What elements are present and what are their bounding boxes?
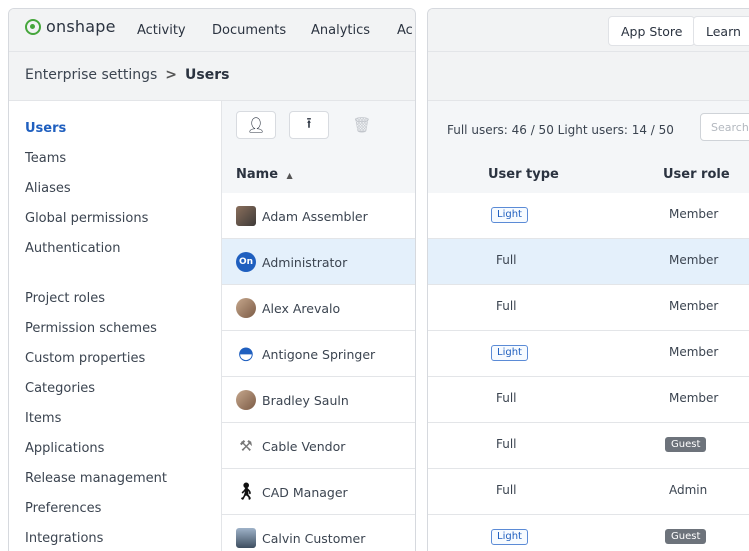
user-type: Full [496, 437, 517, 451]
user-role: Member [669, 299, 719, 313]
sidebar-item-categories[interactable]: Categories [25, 381, 95, 396]
table-row[interactable]: Full Member [428, 239, 749, 285]
table-row[interactable]: On Administrator [222, 239, 415, 285]
user-name[interactable]: Alex Arevalo [262, 301, 340, 316]
breadcrumb-current: Users [185, 67, 230, 83]
users-table: 👤︎ ⭱ 🗑︎ Name ▲ Adam Assembler On Administ… [221, 101, 415, 551]
table-row[interactable]: Full Member [428, 377, 749, 423]
sidebar-item-applications[interactable]: Applications [25, 441, 104, 456]
nav-activity[interactable]: Activity [137, 23, 186, 38]
search-input[interactable] [700, 113, 749, 141]
sidebar-item-items[interactable]: Items [25, 411, 61, 426]
sidebar-item-users[interactable]: Users [25, 121, 66, 136]
user-silhouette-icon: ◓ [238, 344, 254, 364]
user-role: Member [669, 253, 719, 267]
user-name[interactable]: Administrator [262, 255, 347, 270]
column-header-name[interactable]: Name ▲ [236, 167, 293, 182]
breadcrumb-separator: > [165, 67, 178, 83]
enterprise-settings-panel: onshape Activity Documents Analytics Ac … [8, 8, 416, 551]
right-sub-bar [428, 52, 749, 101]
sidebar-item-release-management[interactable]: Release management [25, 471, 167, 486]
table-row[interactable]: Bradley Sauln [222, 377, 415, 423]
learn-button[interactable]: Learn [693, 16, 749, 46]
user-type: Full [496, 483, 517, 497]
avatar: On [236, 252, 256, 272]
avatar [236, 390, 256, 410]
add-user-icon: 👤︎ [246, 116, 266, 134]
users-table-right: Full users: 46 / 50 Light users: 14 / 50… [428, 101, 749, 551]
sort-ascending-icon: ▲ [286, 171, 293, 180]
sidebar-item-custom-properties[interactable]: Custom properties [25, 351, 145, 366]
sidebar-item-preferences[interactable]: Preferences [25, 501, 101, 516]
table-row[interactable]: Light Member [428, 331, 749, 377]
sidebar-item-project-roles[interactable]: Project roles [25, 291, 105, 306]
column-header-user-role[interactable]: User role [663, 167, 730, 182]
onshape-logo[interactable]: onshape [25, 17, 116, 36]
column-header-user-type[interactable]: User type [488, 167, 559, 182]
table-row[interactable]: Adam Assembler [222, 193, 415, 239]
users-detail-panel: App Store Learn Full users: 46 / 50 Ligh… [427, 8, 749, 551]
user-name[interactable]: Cable Vendor [262, 439, 345, 454]
user-type-badge: Light [491, 529, 528, 545]
breadcrumb: Enterprise settings > Users [25, 67, 229, 83]
delete-button[interactable]: 🗑︎ [342, 111, 382, 139]
upload-button[interactable]: ⭱ [289, 111, 329, 139]
sidebar-item-global-permissions[interactable]: Global permissions [25, 211, 148, 226]
user-role: Member [669, 345, 719, 359]
user-type: Full [496, 391, 517, 405]
user-role: Member [669, 391, 719, 405]
user-name[interactable]: Bradley Sauln [262, 393, 349, 408]
avatar [236, 298, 256, 318]
nav-analytics[interactable]: Analytics [311, 23, 370, 38]
avatar [236, 206, 256, 226]
cable-tool-icon: ⚒ [239, 437, 253, 455]
user-role: Admin [669, 483, 708, 497]
user-role-badge: Guest [665, 529, 707, 544]
table-row[interactable]: ⚒ Cable Vendor [222, 423, 415, 469]
user-type: Full [496, 253, 517, 267]
user-type-badge: Light [491, 207, 528, 223]
table-row[interactable]: Light Member [428, 193, 749, 239]
nav-truncated[interactable]: Ac [397, 23, 413, 38]
table-row[interactable]: Alex Arevalo [222, 285, 415, 331]
user-name[interactable]: Calvin Customer [262, 531, 365, 546]
user-name[interactable]: Antigone Springer [262, 347, 375, 362]
user-name[interactable]: CAD Manager [262, 485, 348, 500]
onshape-logo-icon [25, 18, 41, 35]
table-row[interactable]: Full Admin [428, 469, 749, 515]
sidebar-item-teams[interactable]: Teams [25, 151, 66, 166]
cad-manager-icon: 🚶︎ [236, 482, 256, 502]
table-row[interactable]: Calvin Customer [222, 515, 415, 551]
user-role-badge: Guest [665, 437, 707, 452]
app-store-button[interactable]: App Store [608, 16, 696, 46]
user-type-badge: Light [491, 345, 528, 361]
add-user-button[interactable]: 👤︎ [236, 111, 276, 139]
user-type: Full [496, 299, 517, 313]
avatar [236, 528, 256, 548]
table-row[interactable]: Full Guest [428, 423, 749, 469]
table-row[interactable]: Full Member [428, 285, 749, 331]
nav-documents[interactable]: Documents [212, 23, 286, 38]
sidebar-item-permission-schemes[interactable]: Permission schemes [25, 321, 157, 336]
table-row[interactable]: Light Guest [428, 515, 749, 551]
table-row[interactable]: 🚶︎ CAD Manager [222, 469, 415, 515]
right-top-bar: App Store Learn [428, 9, 749, 52]
table-row[interactable]: ◓ Antigone Springer [222, 331, 415, 377]
sidebar-item-integrations[interactable]: Integrations [25, 531, 103, 546]
trash-icon: 🗑︎ [352, 116, 372, 134]
column-header-name-label: Name [236, 167, 279, 182]
license-counts: Full users: 46 / 50 Light users: 14 / 50 [447, 123, 674, 137]
user-role: Member [669, 207, 719, 221]
upload-icon: ⭱ [306, 113, 312, 132]
logo-text: onshape [46, 17, 116, 36]
top-navigation: onshape Activity Documents Analytics Ac [9, 9, 415, 52]
user-name[interactable]: Adam Assembler [262, 209, 368, 224]
settings-sidebar: Users Teams Aliases Global permissions A… [9, 101, 221, 551]
breadcrumb-parent[interactable]: Enterprise settings [25, 67, 157, 83]
sidebar-item-authentication[interactable]: Authentication [25, 241, 120, 256]
sidebar-item-aliases[interactable]: Aliases [25, 181, 71, 196]
